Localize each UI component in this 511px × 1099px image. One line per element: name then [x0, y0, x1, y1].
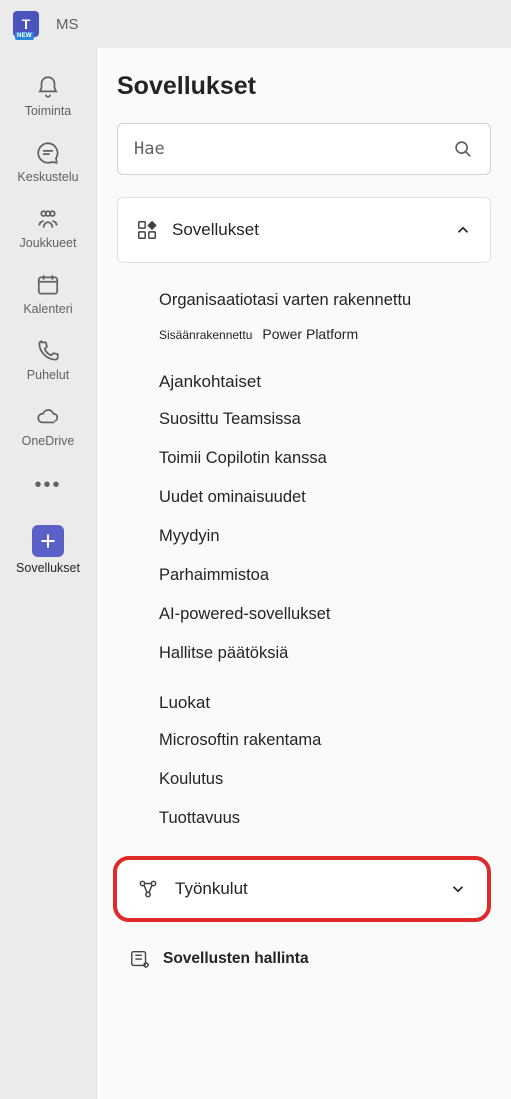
- people-icon: [35, 206, 61, 232]
- rail-item-chat[interactable]: Keskustelu: [0, 132, 96, 190]
- section-label: Sovellukset: [172, 220, 440, 240]
- tree-item-education[interactable]: Koulutus: [159, 760, 491, 799]
- workflows-section-header[interactable]: Työnkulut: [113, 856, 491, 922]
- apps-tree: Organisaatiotasi varten rakennettu Sisää…: [117, 281, 491, 838]
- search-input[interactable]: [134, 139, 452, 159]
- search-icon: [452, 138, 474, 160]
- main-panel: Sovellukset Sovellukset Organisaatiotasi…: [96, 48, 511, 1099]
- rail-item-activity[interactable]: Toiminta: [0, 66, 96, 124]
- rail-item-onedrive[interactable]: OneDrive: [0, 396, 96, 454]
- workflows-icon: [137, 878, 159, 900]
- manage-apps-link[interactable]: Sovellusten hallinta: [117, 936, 491, 986]
- rail-item-apps[interactable]: Sovellukset: [0, 517, 96, 581]
- titlebar: MS: [0, 0, 511, 48]
- rail-label: Toiminta: [25, 104, 72, 118]
- tree-item-ai[interactable]: AI-powered-sovellukset: [159, 595, 491, 634]
- phone-icon: [35, 338, 61, 364]
- rail-item-calendar[interactable]: Kalenteri: [0, 264, 96, 322]
- tree-item-power-platform[interactable]: Power Platform: [262, 326, 358, 342]
- rail-label: OneDrive: [22, 434, 75, 448]
- tree-item-productivity[interactable]: Tuottavuus: [159, 799, 491, 838]
- rail-label: Kalenteri: [23, 302, 72, 316]
- rail-label: Keskustelu: [17, 170, 78, 184]
- tree-item-new-features[interactable]: Uudet ominaisuudet: [159, 478, 491, 517]
- tree-item-org-built[interactable]: Organisaatiotasi varten rakennettu: [159, 281, 491, 320]
- page-title: Sovellukset: [117, 72, 491, 101]
- rail-item-calls[interactable]: Puhelut: [0, 330, 96, 388]
- workflows-label: Työnkulut: [175, 879, 433, 899]
- bell-icon: [35, 74, 61, 100]
- chevron-up-icon: [454, 221, 472, 239]
- titlebar-user-initials: MS: [56, 16, 79, 33]
- tree-item-ms-built[interactable]: Microsoftin rakentama: [159, 721, 491, 760]
- search-box[interactable]: [117, 123, 491, 175]
- chat-icon: [35, 140, 61, 166]
- tree-item-popular[interactable]: Suosittu Teamsissa: [159, 400, 491, 439]
- apps-grid-icon: [136, 219, 158, 241]
- tree-group-categories[interactable]: Luokat: [159, 673, 491, 721]
- plus-icon: [38, 531, 58, 551]
- tree-subrow-builtin: Sisäänrakennettu Power Platform: [159, 320, 491, 352]
- tree-item-copilot[interactable]: Toimii Copilotin kanssa: [159, 439, 491, 478]
- manage-icon: [129, 948, 151, 970]
- tree-item-builtin[interactable]: Sisäänrakennettu: [159, 328, 252, 342]
- teams-logo: [12, 10, 40, 38]
- chevron-down-icon: [449, 880, 467, 898]
- apps-section-header[interactable]: Sovellukset: [117, 197, 491, 263]
- calendar-icon: [35, 272, 61, 298]
- rail-item-teams[interactable]: Joukkueet: [0, 198, 96, 256]
- tree-group-timely[interactable]: Ajankohtaiset: [159, 352, 491, 400]
- rail-more-button[interactable]: •••: [34, 462, 61, 509]
- tree-item-decisions[interactable]: Hallitse päätöksiä: [159, 634, 491, 673]
- tree-item-best[interactable]: Parhaimmistoa: [159, 556, 491, 595]
- rail-label: Sovellukset: [16, 561, 80, 575]
- app-rail: Toiminta Keskustelu Joukkueet Kalenteri …: [0, 48, 96, 1099]
- tree-item-bestseller[interactable]: Myydyin: [159, 517, 491, 556]
- manage-apps-label: Sovellusten hallinta: [163, 950, 309, 968]
- rail-label: Joukkueet: [20, 236, 77, 250]
- cloud-icon: [35, 404, 61, 430]
- rail-label: Puhelut: [27, 368, 69, 382]
